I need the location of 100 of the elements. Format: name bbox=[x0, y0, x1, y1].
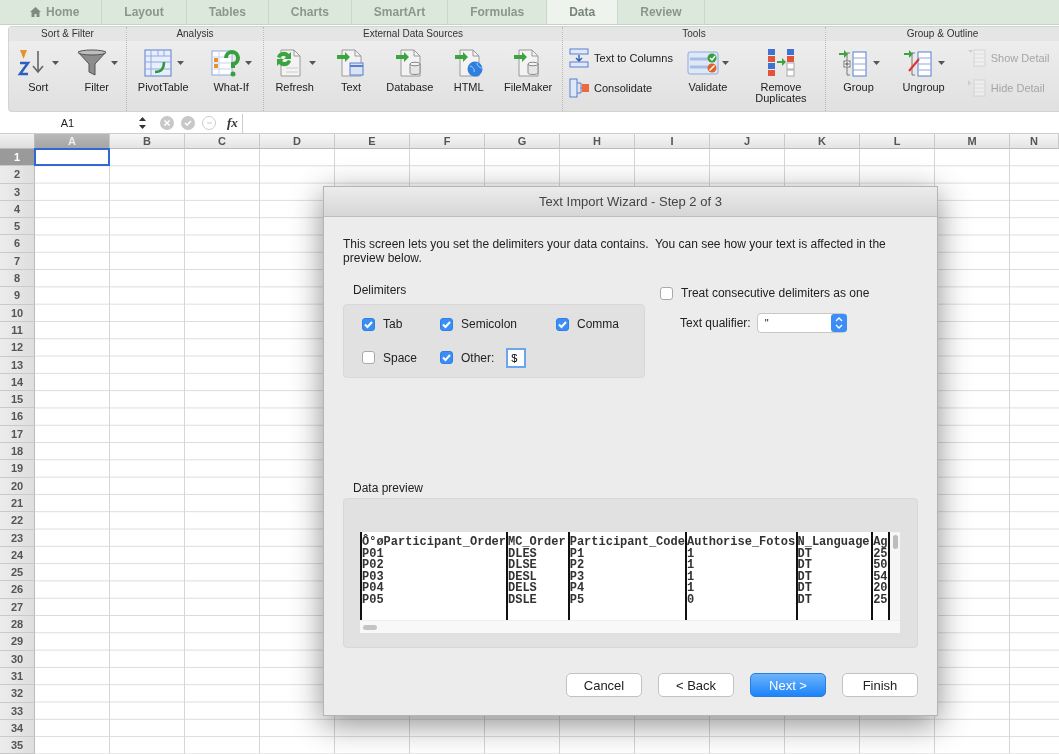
ribbon-button[interactable]: PivotTable bbox=[135, 44, 191, 93]
preview-cell: Participant_Code bbox=[569, 537, 686, 549]
preview-cell-text: DT bbox=[797, 560, 813, 572]
home-icon bbox=[30, 7, 41, 17]
ribbon-button[interactable]: Sort bbox=[15, 44, 62, 93]
name-box[interactable]: A1 bbox=[0, 117, 135, 129]
qualifier-select[interactable]: " bbox=[756, 313, 847, 333]
caret-icon bbox=[872, 61, 880, 65]
cell-selection[interactable] bbox=[34, 148, 110, 167]
row-header[interactable]: 18 bbox=[0, 443, 35, 461]
dialog-button[interactable]: < Back bbox=[658, 673, 734, 697]
scroll-thumb[interactable] bbox=[363, 624, 377, 630]
checkbox[interactable] bbox=[362, 351, 375, 364]
preview-cell-text: P2 bbox=[569, 560, 586, 572]
row-header[interactable]: 26 bbox=[0, 581, 35, 599]
preview-cell: 25 bbox=[873, 594, 889, 606]
row-header[interactable]: 16 bbox=[0, 408, 35, 426]
row-header[interactable]: 12 bbox=[0, 339, 35, 357]
vertical-scrollbar[interactable] bbox=[890, 532, 900, 620]
row-header[interactable]: 22 bbox=[0, 512, 35, 530]
caret-icon bbox=[245, 61, 253, 65]
row-header[interactable]: 25 bbox=[0, 564, 35, 582]
column-header[interactable]: E bbox=[335, 134, 410, 149]
column-header[interactable]: B bbox=[110, 134, 185, 149]
preview-cell-text: DSLE bbox=[508, 594, 538, 606]
consolidate-icon bbox=[569, 78, 589, 98]
column-header[interactable]: K bbox=[785, 134, 860, 149]
ribbon-button[interactable]: Text bbox=[332, 44, 369, 93]
column-header[interactable]: F bbox=[410, 134, 485, 149]
row-header[interactable]: 6 bbox=[0, 235, 35, 253]
preview-cell-text: DLSE bbox=[508, 560, 538, 572]
ribbon-button[interactable]: Ungroup bbox=[900, 44, 947, 93]
ribbon-button[interactable]: Remove Duplicates bbox=[742, 44, 819, 104]
column-header[interactable]: J bbox=[710, 134, 785, 149]
hide-detail-icon bbox=[965, 78, 986, 98]
checkbox[interactable] bbox=[362, 317, 375, 331]
ribbon-button[interactable]: What-If bbox=[208, 44, 255, 93]
section-label: Delimiters bbox=[353, 283, 408, 297]
preview-cell-text: DT bbox=[797, 583, 813, 595]
other-field[interactable]: $ bbox=[506, 347, 527, 368]
horizontal-scrollbar[interactable] bbox=[360, 620, 900, 633]
column-header[interactable]: H bbox=[560, 134, 635, 149]
checkbox-label: Comma bbox=[577, 317, 619, 331]
stepper-icon bbox=[139, 117, 146, 129]
preview-cell: 25 bbox=[873, 548, 889, 560]
checkbox[interactable] bbox=[440, 317, 453, 331]
row-header[interactable]: 8 bbox=[0, 270, 35, 288]
column-header[interactable]: C bbox=[185, 134, 260, 149]
row-header[interactable]: 19 bbox=[0, 460, 35, 478]
ribbon-button[interactable]: FileMaker bbox=[502, 44, 555, 93]
ribbon-button[interactable]: Filter bbox=[73, 44, 120, 93]
column-header[interactable]: I bbox=[635, 134, 710, 149]
ribbon-button[interactable]: HTML bbox=[450, 44, 487, 93]
row-header[interactable]: 32 bbox=[0, 685, 35, 703]
preview-cell: 54 bbox=[873, 571, 889, 583]
scroll-thumb[interactable] bbox=[892, 535, 898, 549]
caret-icon bbox=[721, 61, 729, 65]
preview-cell-text: P4 bbox=[569, 583, 586, 595]
section-label: Data preview bbox=[353, 481, 425, 495]
preview-cell-text: 0 bbox=[687, 594, 696, 606]
checkbox[interactable] bbox=[660, 286, 673, 300]
dialog-button[interactable]: Cancel bbox=[566, 673, 642, 697]
ribbon-button[interactable]: Validate bbox=[684, 44, 731, 93]
row-header[interactable]: 9 bbox=[0, 287, 35, 305]
column-header[interactable]: L bbox=[860, 134, 935, 149]
column-header[interactable]: D bbox=[260, 134, 335, 149]
column-header[interactable]: M bbox=[935, 134, 1010, 149]
dialog-button[interactable]: Finish bbox=[842, 673, 918, 697]
checkbox[interactable] bbox=[556, 317, 569, 331]
column-header[interactable]: N bbox=[1010, 134, 1059, 149]
ribbon-button[interactable]: Database bbox=[384, 44, 436, 93]
globe-document-icon bbox=[452, 47, 485, 79]
preview-cell-text: 1 bbox=[687, 571, 696, 583]
filter-icon bbox=[75, 47, 108, 79]
ribbon-button[interactable]: Refresh bbox=[271, 44, 318, 93]
formula-icon bbox=[202, 116, 216, 130]
ribbon-button[interactable]: Consolidate bbox=[569, 78, 673, 98]
field-label: Text qualifier: bbox=[680, 316, 751, 330]
row-header[interactable]: 15 bbox=[0, 391, 35, 409]
group-title: Tools bbox=[563, 27, 825, 41]
checkbox-label: Tab bbox=[383, 317, 403, 331]
caret-icon bbox=[937, 61, 945, 65]
show-detail-icon bbox=[965, 48, 986, 68]
preview-cell-text: 1 bbox=[687, 560, 696, 572]
question-table-icon bbox=[210, 47, 243, 79]
row-header[interactable]: 28 bbox=[0, 616, 35, 634]
dialog-title: Text Import Wizard - Step 2 of 3 bbox=[324, 187, 937, 217]
ribbon-button[interactable]: Group bbox=[835, 44, 882, 93]
row-header[interactable]: 2 bbox=[0, 166, 35, 184]
preview-cell-text: DELS bbox=[508, 583, 538, 595]
ribbon-tab[interactable]: Data bbox=[547, 0, 619, 24]
ribbon-button[interactable]: Text to Columns bbox=[569, 48, 673, 68]
checkbox[interactable] bbox=[440, 351, 453, 364]
column-header[interactable]: G bbox=[485, 134, 560, 149]
group-title: Analysis bbox=[127, 27, 263, 41]
row-header[interactable]: 29 bbox=[0, 633, 35, 651]
function-button[interactable]: fx bbox=[223, 115, 242, 131]
row-header[interactable]: 35 bbox=[0, 737, 35, 754]
select-all-corner[interactable] bbox=[0, 134, 35, 149]
row-header[interactable]: 5 bbox=[0, 218, 35, 236]
